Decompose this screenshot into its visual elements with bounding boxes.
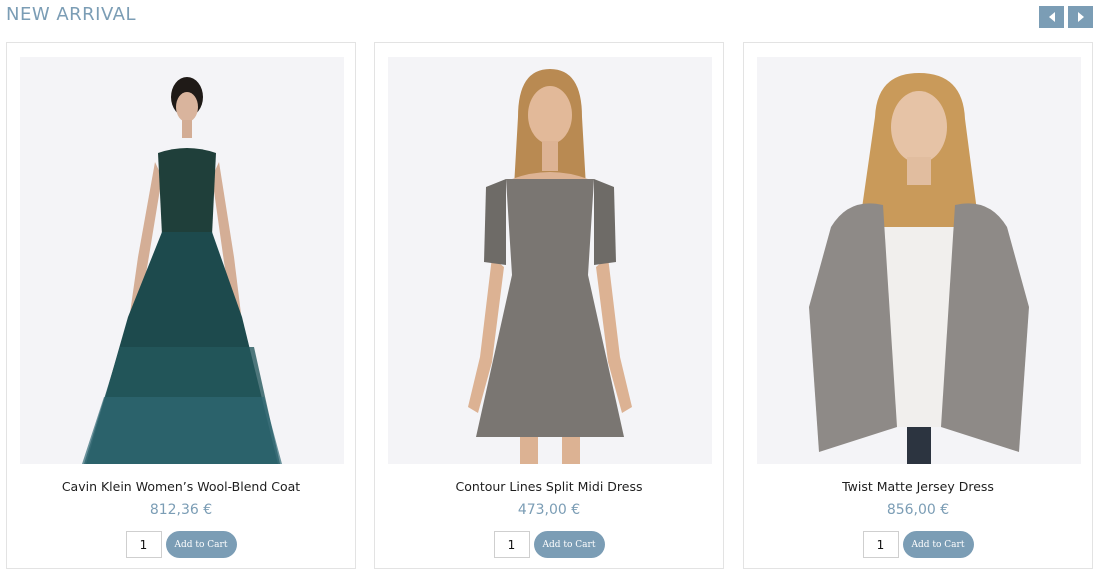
quantity-input[interactable] [493, 531, 530, 558]
quantity-input[interactable] [125, 531, 162, 558]
add-to-cart-button[interactable]: Add to Cart [533, 531, 605, 558]
product-card: Cavin Klein Women’s Wool-Blend Coat 812,… [6, 42, 356, 569]
cart-row: Add to Cart [375, 531, 723, 558]
cart-row: Add to Cart [744, 531, 1092, 558]
section-title: NEW ARRIVAL [6, 4, 136, 25]
product-price: 856,00 € [886, 502, 950, 518]
product-name[interactable]: Twist Matte Jersey Dress [744, 479, 1092, 494]
cart-row: Add to Cart [7, 531, 355, 558]
quantity-input[interactable] [862, 531, 899, 558]
caret-right-icon [1077, 12, 1085, 22]
product-name[interactable]: Cavin Klein Women’s Wool-Blend Coat [7, 479, 355, 494]
add-to-cart-button[interactable]: Add to Cart [902, 531, 974, 558]
product-image[interactable] [757, 57, 1081, 464]
product-price: 812,36 € [149, 502, 213, 518]
product-card: Contour Lines Split Midi Dress 473,00 € … [374, 42, 724, 569]
product-card: Twist Matte Jersey Dress 856,00 € Add to… [743, 42, 1093, 569]
carousel-nav [1039, 6, 1093, 28]
product-price: 473,00 € [517, 502, 581, 518]
add-to-cart-button[interactable]: Add to Cart [165, 531, 237, 558]
product-image[interactable] [388, 57, 712, 464]
caret-left-icon [1048, 12, 1056, 22]
product-image[interactable] [20, 57, 344, 464]
carousel-prev-button[interactable] [1039, 6, 1064, 28]
product-name[interactable]: Contour Lines Split Midi Dress [375, 479, 723, 494]
carousel-next-button[interactable] [1068, 6, 1093, 28]
